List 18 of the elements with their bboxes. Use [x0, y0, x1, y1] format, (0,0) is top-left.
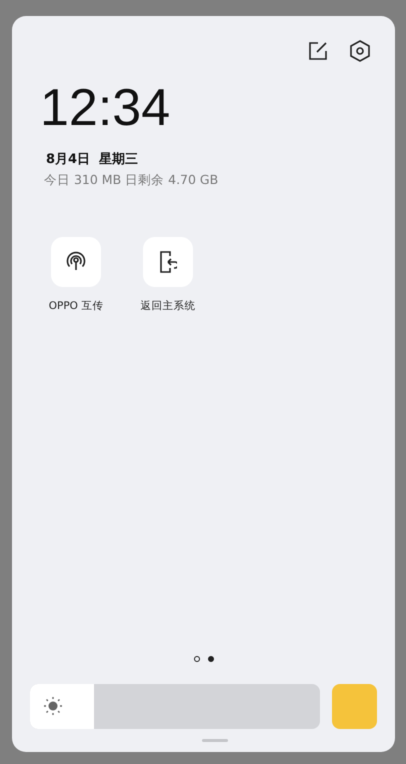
settings-icon — [350, 40, 370, 62]
antenna-icon — [66, 251, 86, 273]
home-indicator — [202, 739, 228, 742]
shortcut-label: 返回主系统 — [140, 299, 196, 313]
edit-button[interactable] — [307, 40, 329, 62]
sun-icon — [44, 697, 62, 715]
shortcut-label: OPPO 互传 — [48, 299, 104, 313]
brightness-slider[interactable] — [30, 684, 320, 729]
clock-time: 12:34 — [40, 82, 170, 134]
shortcut-button[interactable] — [51, 237, 101, 287]
page-dot[interactable] — [194, 656, 200, 662]
exit-phone-icon — [159, 250, 177, 274]
page-dot[interactable] — [208, 656, 214, 662]
data-usage-text: 今日 310 MB 日剩余 4.70 GB — [44, 172, 218, 189]
date-text: 8月4日 星期三 — [46, 151, 138, 168]
shortcut-button[interactable] — [143, 237, 193, 287]
edit-icon — [309, 42, 327, 60]
settings-button[interactable] — [349, 40, 371, 62]
